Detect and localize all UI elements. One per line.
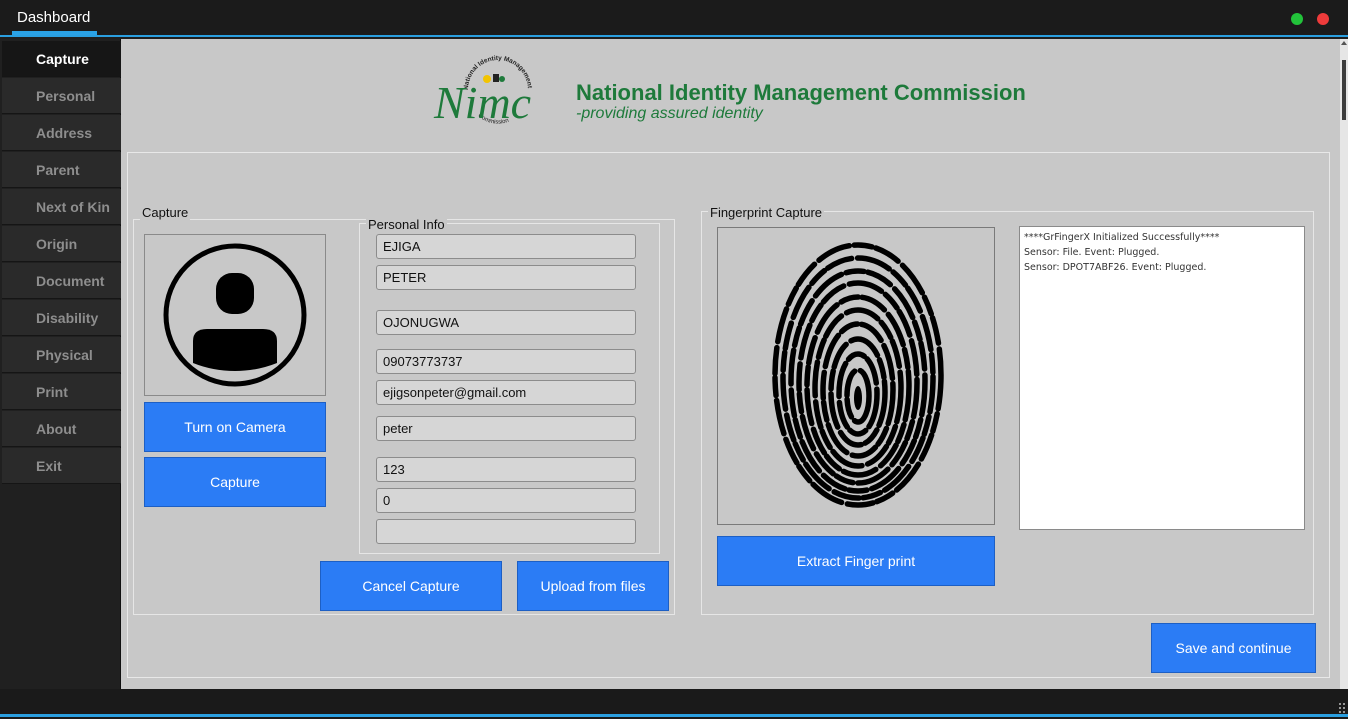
scroll-up-arrow-icon[interactable] bbox=[1341, 40, 1347, 46]
log-line: Sensor: DPOT7ABF26. Event: Plugged. bbox=[1024, 262, 1207, 273]
log-line: ****GrFingerX Initialized Successfully**… bbox=[1024, 232, 1220, 243]
sidebar-item-next-of-kin[interactable]: Next of Kin bbox=[2, 189, 121, 225]
status-bar-accent-line bbox=[0, 714, 1348, 717]
vertical-scrollbar[interactable] bbox=[1340, 39, 1348, 689]
scrollbar-thumb[interactable] bbox=[1342, 60, 1346, 120]
organization-tagline: -providing assured identity bbox=[576, 105, 763, 122]
nimc-logo: National Identity Management Commission … bbox=[433, 55, 533, 128]
log-line: Sensor: File. Event: Plugged. bbox=[1024, 247, 1160, 258]
sidebar-item-personal[interactable]: Personal bbox=[2, 78, 121, 114]
save-and-continue-button[interactable]: Save and continue bbox=[1151, 623, 1316, 673]
extract-fingerprint-button[interactable]: Extract Finger print bbox=[717, 536, 995, 586]
sidebar-item-exit[interactable]: Exit bbox=[2, 448, 121, 484]
organization-title: National Identity Management Commission bbox=[576, 80, 1026, 105]
sidebar-item-about[interactable]: About bbox=[2, 411, 121, 447]
number-field[interactable] bbox=[376, 488, 636, 513]
title-bar-accent-line bbox=[0, 35, 1348, 37]
fingerprint-icon bbox=[772, 242, 944, 508]
sidebar-item-print[interactable]: Print bbox=[2, 374, 121, 410]
user-silhouette-icon bbox=[163, 243, 307, 387]
sidebar-item-physical[interactable]: Physical bbox=[2, 337, 121, 373]
empty-field[interactable] bbox=[376, 519, 636, 544]
photo-preview bbox=[144, 234, 326, 396]
first-name-field[interactable] bbox=[376, 234, 636, 259]
sidebar: Capture Personal Address Parent Next of … bbox=[0, 39, 121, 689]
capture-button[interactable]: Capture bbox=[144, 457, 326, 507]
sidebar-item-capture[interactable]: Capture bbox=[2, 41, 121, 77]
username-field[interactable] bbox=[376, 416, 636, 441]
sensor-log: ****GrFingerX Initialized Successfully**… bbox=[1019, 226, 1305, 530]
sidebar-item-origin[interactable]: Origin bbox=[2, 226, 121, 262]
cancel-capture-button[interactable]: Cancel Capture bbox=[320, 561, 502, 611]
sidebar-item-disability[interactable]: Disability bbox=[2, 300, 121, 336]
turn-on-camera-button[interactable]: Turn on Camera bbox=[144, 402, 326, 452]
surname-field[interactable] bbox=[376, 265, 636, 290]
middle-name-field[interactable] bbox=[376, 310, 636, 335]
upload-from-files-button[interactable]: Upload from files bbox=[517, 561, 669, 611]
resize-grip-icon[interactable] bbox=[1338, 702, 1346, 714]
close-button[interactable] bbox=[1317, 13, 1329, 25]
minimize-button[interactable] bbox=[1291, 13, 1303, 25]
pin-field[interactable] bbox=[376, 457, 636, 482]
sidebar-item-document[interactable]: Document bbox=[2, 263, 121, 299]
status-bar bbox=[0, 689, 1348, 719]
capture-group-label: Capture bbox=[140, 205, 191, 220]
sidebar-item-parent[interactable]: Parent bbox=[2, 152, 121, 188]
fingerprint-preview bbox=[717, 227, 995, 525]
phone-field[interactable] bbox=[376, 349, 636, 374]
personal-info-group-label: Personal Info bbox=[366, 217, 447, 232]
svg-text:Nimc: Nimc bbox=[433, 77, 531, 128]
title-bar: Dashboard bbox=[0, 0, 1348, 37]
email-field[interactable] bbox=[376, 380, 636, 405]
sidebar-item-address[interactable]: Address bbox=[2, 115, 121, 151]
fingerprint-group-label: Fingerprint Capture bbox=[708, 205, 824, 220]
